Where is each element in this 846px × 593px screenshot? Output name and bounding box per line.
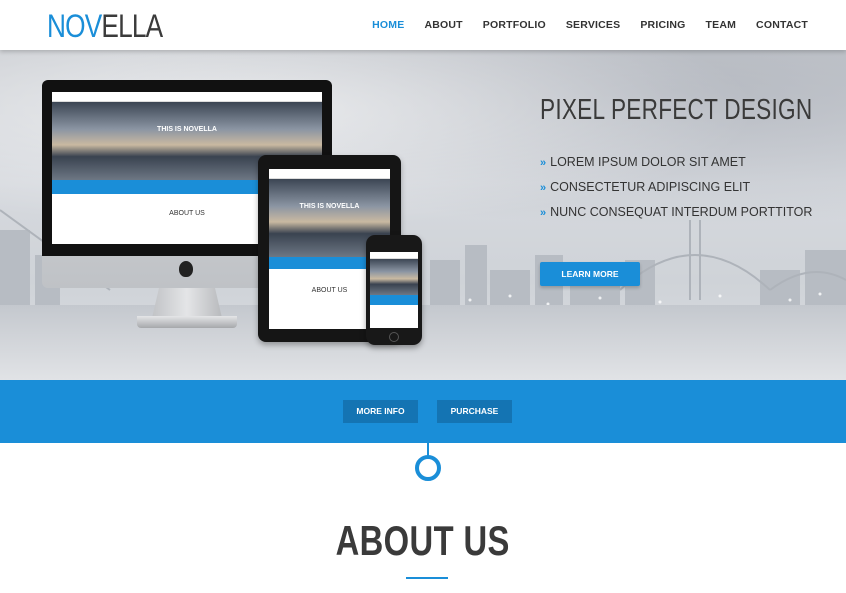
feature-text: CONSECTETUR ADIPISCING ELIT — [550, 180, 751, 194]
feature-text: NUNC CONSEQUAT INTERDUM PORTTITOR — [550, 205, 813, 219]
site-header: NOVELLA HOME ABOUT PORTFOLIO SERVICES PR… — [0, 0, 846, 50]
feature-text: LOREM IPSUM DOLOR SIT AMET — [550, 155, 746, 169]
feature-item: » NUNC CONSEQUAT INTERDUM PORTTITOR — [540, 204, 812, 229]
purchase-button[interactable]: PURCHASE — [437, 400, 512, 423]
mini-tagline: THIS IS NOVELLA — [157, 126, 217, 133]
hero-title: PIXEL PERFECT DESIGN — [540, 94, 813, 126]
main-nav: HOME ABOUT PORTFOLIO SERVICES PRICING TE… — [352, 19, 808, 31]
chevron-right-icon: » — [540, 157, 547, 169]
nav-pricing[interactable]: PRICING — [640, 19, 685, 31]
chevron-right-icon: » — [540, 182, 547, 194]
about-title: ABOUT US — [0, 517, 846, 565]
nav-about[interactable]: ABOUT — [424, 19, 462, 31]
feature-list: » LOREM IPSUM DOLOR SIT AMET » CONSECTETUR… — [540, 154, 812, 229]
more-info-button[interactable]: MORE INFO — [343, 400, 418, 423]
about-title-text: ABOUT US — [335, 517, 511, 564]
iphone-display — [370, 252, 418, 328]
hero-section: THIS IS NOVELLA ABOUT US THIS IS NOVELLA… — [0, 50, 846, 380]
apple-logo-icon — [179, 261, 193, 277]
learn-more-button[interactable]: LEARN MORE — [540, 262, 640, 286]
action-bar: MORE INFO PURCHASE — [0, 380, 846, 443]
logo-prefix: NOV — [47, 8, 102, 44]
nav-contact[interactable]: CONTACT — [756, 19, 808, 31]
iphone-mockup — [366, 235, 422, 345]
logo-suffix: ELLA — [101, 8, 163, 44]
imac-stand — [152, 288, 222, 318]
feature-item: » LOREM IPSUM DOLOR SIT AMET — [540, 154, 812, 179]
nav-team[interactable]: TEAM — [706, 19, 737, 31]
mini-hero-photo — [370, 259, 418, 295]
logo[interactable]: NOVELLA — [47, 8, 163, 45]
home-button-icon — [389, 332, 399, 342]
imac-base — [137, 316, 237, 328]
mini-nav-bar — [52, 92, 322, 102]
mini-nav-bar — [370, 252, 418, 259]
nav-portfolio[interactable]: PORTFOLIO — [483, 19, 546, 31]
mini-tagline: THIS IS NOVELLA — [299, 203, 360, 210]
about-underline — [406, 577, 448, 579]
chevron-right-icon: » — [540, 207, 547, 219]
mini-blue-band — [370, 295, 418, 305]
connector-ring-icon — [415, 455, 441, 481]
mini-nav-bar — [269, 169, 390, 179]
nav-home[interactable]: HOME — [372, 19, 404, 31]
nav-services[interactable]: SERVICES — [566, 19, 621, 31]
feature-item: » CONSECTETUR ADIPISCING ELIT — [540, 179, 812, 204]
